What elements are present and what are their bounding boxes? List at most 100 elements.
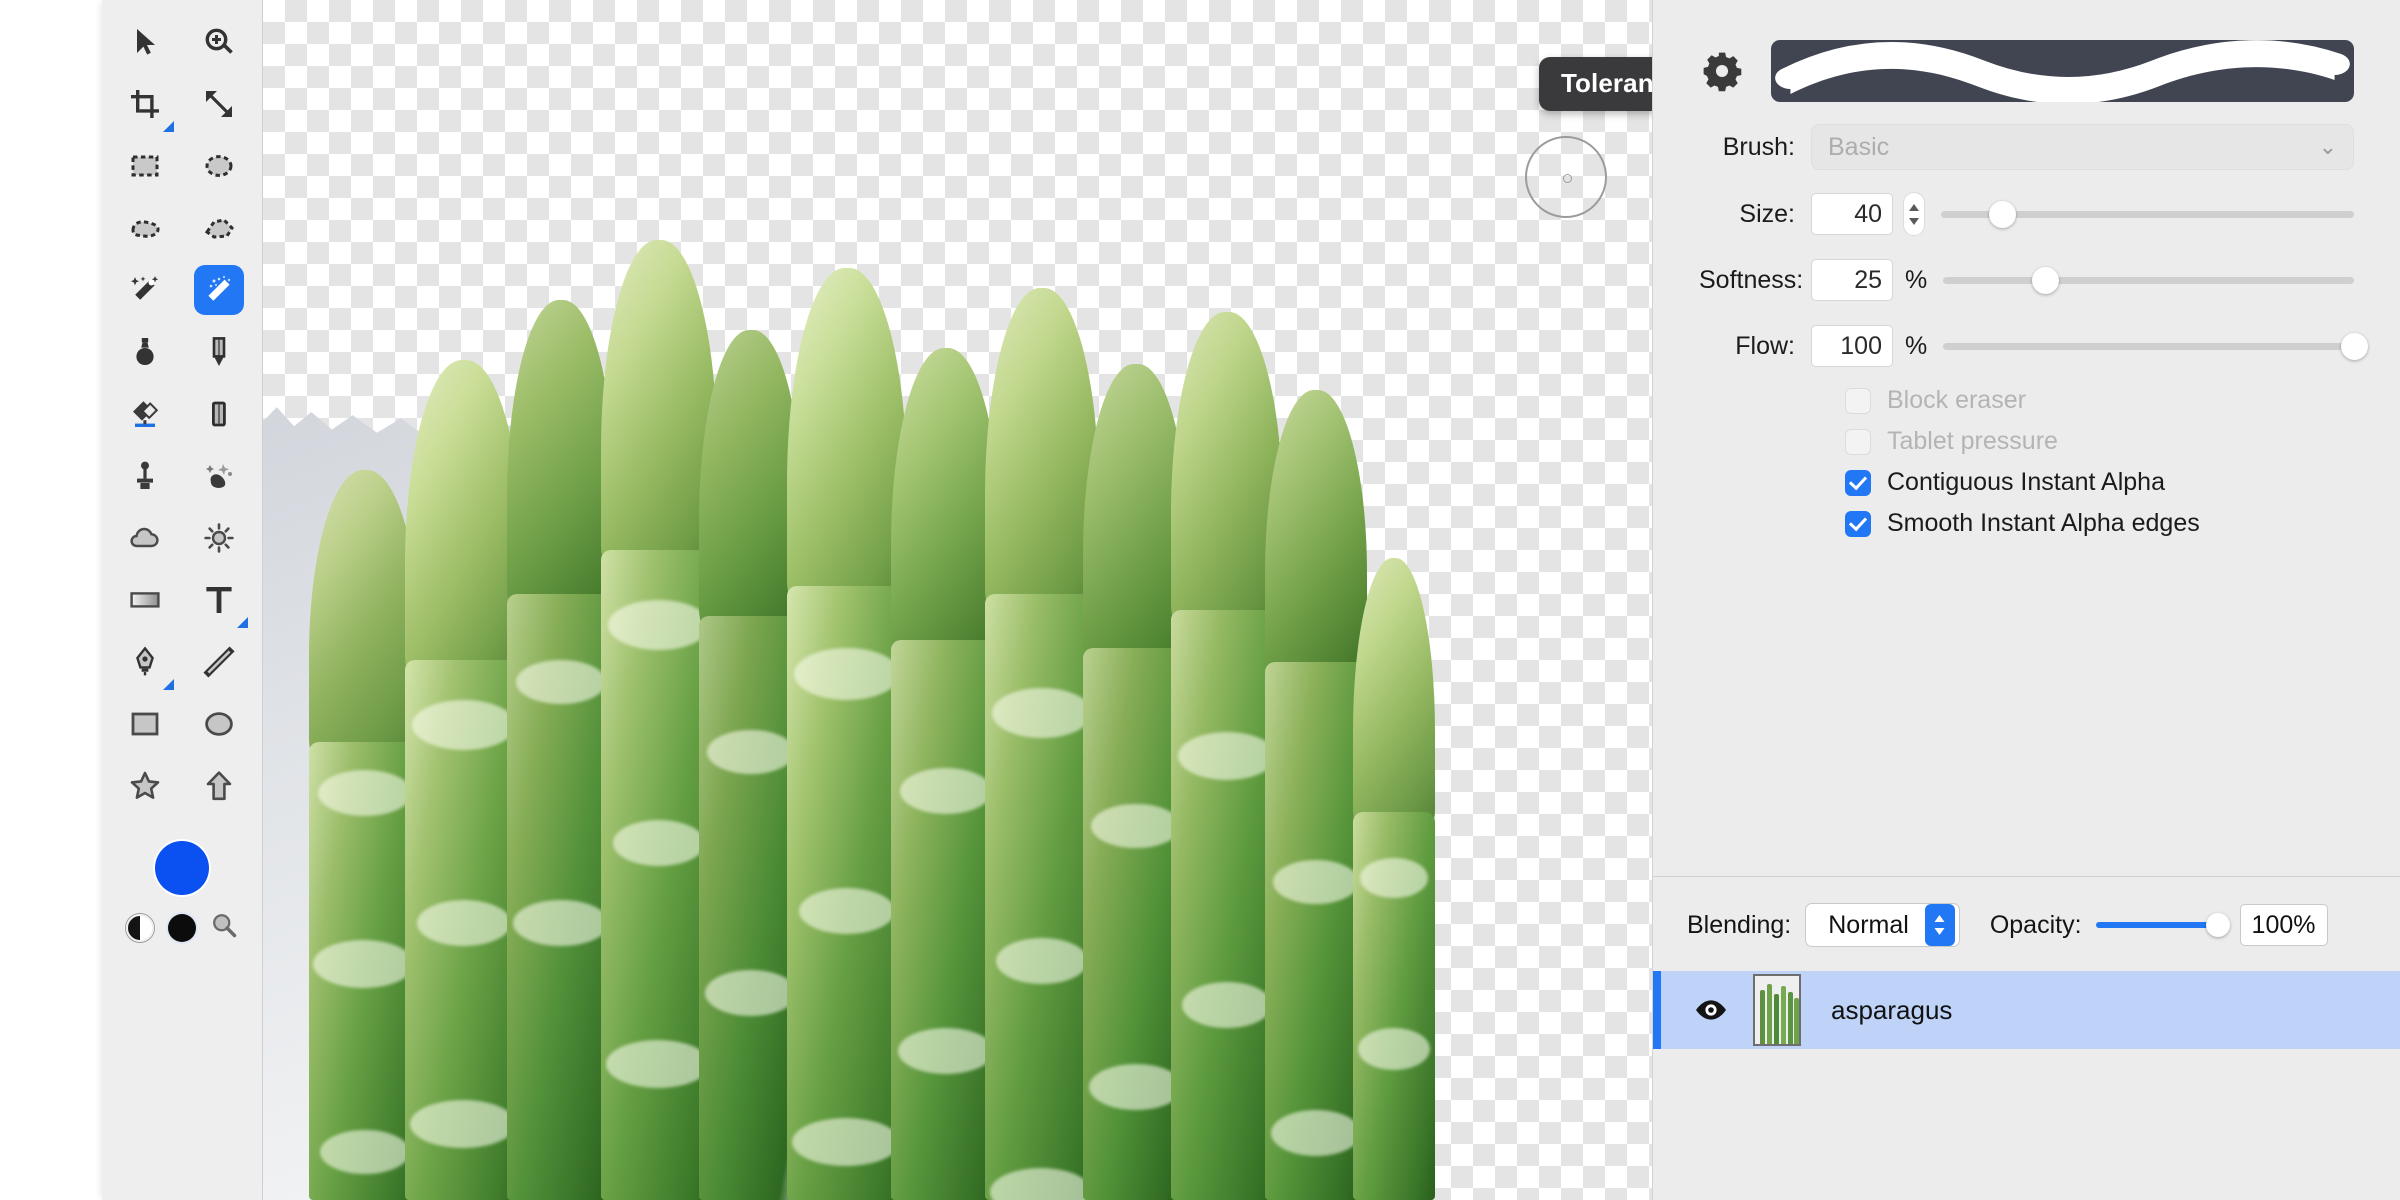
elliptical-marquee-tool[interactable] bbox=[194, 141, 244, 191]
tool-row bbox=[102, 699, 262, 749]
blending-row: Blending: Normal Opacity: 100% bbox=[1653, 877, 2400, 971]
softness-slider-knob[interactable] bbox=[2032, 266, 2060, 294]
retouch-tool[interactable] bbox=[120, 327, 170, 377]
softness-label: Softness: bbox=[1699, 265, 1804, 294]
checkbox-block-eraser[interactable]: Block eraser bbox=[1845, 368, 2354, 415]
zoom-tool[interactable] bbox=[194, 17, 244, 67]
checkbox-box-icon bbox=[1845, 387, 1871, 414]
magic-wand-tool[interactable] bbox=[120, 265, 170, 315]
tool-row bbox=[102, 203, 262, 253]
black-color-icon[interactable] bbox=[168, 913, 196, 942]
flow-row: Flow: 100 % bbox=[1699, 324, 2368, 368]
flow-input[interactable]: 100 bbox=[1811, 325, 1893, 367]
polygon-select-tool[interactable] bbox=[194, 203, 244, 253]
asparagus-spear bbox=[405, 360, 523, 1200]
block-eraser-tool[interactable] bbox=[194, 389, 244, 439]
inspector-panel: Brush: Basic ⌄ Size: 40 Softness: 25 % F… bbox=[1652, 0, 2400, 1200]
move-tool[interactable] bbox=[120, 17, 170, 67]
rectangular-marquee-tool[interactable] bbox=[120, 141, 170, 191]
tool-row bbox=[102, 575, 262, 628]
primary-color-swatch[interactable] bbox=[155, 841, 209, 895]
flow-label: Flow: bbox=[1735, 331, 1795, 360]
tool-variant-badge-icon bbox=[237, 617, 248, 628]
swap-colors-icon[interactable] bbox=[126, 913, 154, 942]
softness-input[interactable]: 25 bbox=[1811, 259, 1893, 301]
line-tool[interactable] bbox=[194, 637, 244, 687]
transform-tool[interactable] bbox=[194, 79, 244, 129]
text-tool[interactable] bbox=[194, 575, 248, 628]
brush-stroke-preview[interactable] bbox=[1771, 40, 2354, 102]
blending-select[interactable]: Normal bbox=[1805, 903, 1960, 947]
asparagus-photo-layer bbox=[263, 0, 1652, 1200]
dodge-tool[interactable] bbox=[194, 513, 244, 563]
brush-select-value: Basic bbox=[1828, 132, 1890, 161]
layers-panel: Blending: Normal Opacity: 100% asparagus bbox=[1653, 877, 2400, 1049]
opacity-slider[interactable] bbox=[2095, 908, 2230, 942]
tolerance-tooltip: Tolerance: 22 bbox=[1539, 57, 1652, 111]
checkbox-label: Tablet pressure bbox=[1887, 427, 2058, 455]
pencil-tool[interactable] bbox=[194, 327, 244, 377]
chevron-down-icon: ⌄ bbox=[2318, 134, 2337, 159]
checkbox-smooth-instant-alpha-edges[interactable]: Smooth Instant Alpha edges bbox=[1845, 497, 2354, 538]
softness-slider-track bbox=[1943, 276, 2354, 284]
gradient-tool[interactable] bbox=[120, 575, 170, 625]
clone-stamp-tool[interactable] bbox=[120, 451, 170, 501]
size-input[interactable]: 40 bbox=[1811, 193, 1893, 235]
flow-slider[interactable] bbox=[1943, 324, 2368, 368]
blur-tool[interactable] bbox=[120, 513, 170, 563]
tool-row bbox=[102, 17, 262, 67]
tool-row bbox=[102, 761, 262, 811]
size-slider-knob[interactable] bbox=[1989, 200, 2017, 228]
ellipse-shape-tool[interactable] bbox=[194, 699, 244, 749]
checkbox-checked-icon bbox=[1845, 510, 1871, 537]
brush-type-row: Brush: Basic ⌄ bbox=[1699, 124, 2354, 170]
crop-tool[interactable] bbox=[120, 79, 174, 132]
eye-visibility-icon[interactable] bbox=[1685, 998, 1737, 1022]
softness-row: Softness: 25 % bbox=[1699, 258, 2354, 302]
brush-select[interactable]: Basic ⌄ bbox=[1811, 124, 2354, 170]
asparagus-spear-isolated bbox=[1353, 558, 1435, 1200]
size-label: Size: bbox=[1739, 199, 1795, 228]
gear-icon[interactable] bbox=[1699, 48, 1745, 94]
tool-row bbox=[102, 141, 262, 191]
asparagus-spear bbox=[507, 300, 615, 1200]
instant-alpha-tool[interactable] bbox=[194, 265, 244, 315]
checkbox-label: Block eraser bbox=[1887, 386, 2026, 414]
opacity-slider-knob[interactable] bbox=[2205, 913, 2230, 937]
tool-row bbox=[102, 265, 262, 315]
brush-settings-section: Brush: Basic ⌄ Size: 40 Softness: 25 % F… bbox=[1653, 0, 2400, 538]
star-shape-tool[interactable] bbox=[120, 761, 170, 811]
freehand-select-tool[interactable] bbox=[120, 203, 170, 253]
softness-slider[interactable] bbox=[1943, 258, 2354, 302]
checkbox-tablet-pressure[interactable]: Tablet pressure bbox=[1845, 415, 2354, 456]
flow-slider-track bbox=[1943, 342, 2354, 350]
tool-variant-badge-icon bbox=[163, 121, 174, 132]
tool-variant-badge-icon bbox=[163, 679, 174, 690]
color-controls bbox=[126, 841, 238, 944]
rectangle-shape-tool[interactable] bbox=[120, 699, 170, 749]
smudge-tool[interactable] bbox=[194, 451, 244, 501]
brush-cursor-ring bbox=[1525, 136, 1607, 218]
size-slider[interactable] bbox=[1941, 192, 2354, 236]
brush-label: Brush: bbox=[1722, 132, 1795, 161]
eraser-tool[interactable] bbox=[120, 389, 170, 439]
tool-row bbox=[102, 637, 262, 690]
asparagus-spear bbox=[985, 288, 1099, 1200]
layer-row[interactable]: asparagus bbox=[1653, 971, 2400, 1049]
tool-row bbox=[102, 327, 262, 377]
size-stepper[interactable] bbox=[1903, 192, 1925, 236]
checkbox-contiguous-instant-alpha[interactable]: Contiguous Instant Alpha bbox=[1845, 456, 2354, 497]
opacity-value[interactable]: 100% bbox=[2239, 904, 2328, 946]
layer-thumbnail bbox=[1753, 974, 1801, 1046]
stepper-arrows-icon bbox=[1924, 904, 1955, 946]
color-picker-magnifier-icon[interactable] bbox=[210, 911, 238, 944]
pen-tool[interactable] bbox=[120, 637, 174, 690]
tool-row bbox=[102, 451, 262, 501]
checkbox-label: Contiguous Instant Alpha bbox=[1887, 468, 2165, 496]
arrow-shape-tool[interactable] bbox=[194, 761, 244, 811]
layer-name: asparagus bbox=[1831, 994, 1953, 1025]
checkbox-checked-icon bbox=[1845, 469, 1871, 496]
flow-slider-knob[interactable] bbox=[2340, 332, 2368, 360]
canvas-viewport[interactable]: Tolerance: 22 bbox=[263, 0, 1652, 1200]
opacity-label: Opacity: bbox=[1989, 910, 2082, 939]
